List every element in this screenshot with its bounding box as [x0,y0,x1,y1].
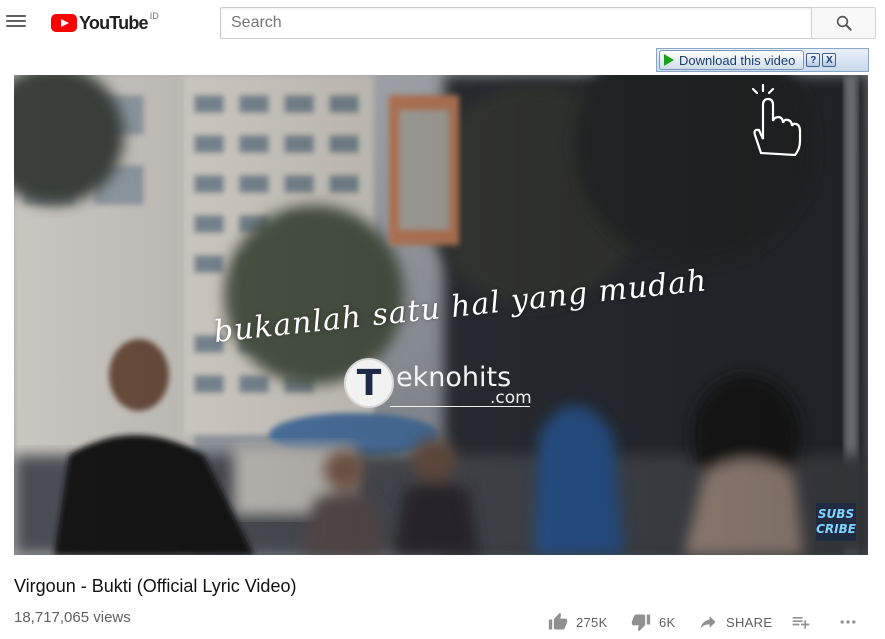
dislike-count: 6K [659,614,676,630]
view-count: 18,717,065 views [14,609,131,626]
like-icon [548,612,568,630]
subscribe-watermark-button[interactable]: SUBS CRIBE [816,503,856,541]
close-icon[interactable]: X [822,53,837,67]
search-input[interactable] [220,7,811,39]
video-title: Virgoun - Bukti (Official Lyric Video) [14,576,297,596]
youtube-logo[interactable]: YouTube ID [51,11,159,35]
youtube-watch-page: YouTube ID Search bukanlah satu hal yang… [0,0,885,639]
search-bar [220,7,876,39]
search-button[interactable] [811,7,876,39]
add-to-playlist-icon [792,617,810,629]
youtube-logo-icon [51,14,77,32]
dislike-button[interactable]: 6K [631,610,676,634]
share-button[interactable]: SHARE [698,610,772,634]
dislike-icon [631,614,651,632]
logo-country-code: ID [149,11,159,21]
watermark-text: eknohits [396,361,512,393]
video-player[interactable]: bukanlah satu hal yang mudah T eknohits … [14,75,868,555]
like-count: 275K [576,614,608,630]
watermark-domain: .com [490,388,532,408]
like-button[interactable]: 275K [548,610,608,634]
download-video-button[interactable]: Download this video [659,50,805,70]
teknohits-watermark: T eknohits .com [344,358,532,408]
more-icon [840,620,856,624]
subscribe-line-2: CRIBE [816,522,856,536]
subscribe-line-1: SUBS [817,507,855,521]
share-label: SHARE [726,614,773,630]
download-helper-bar: Download this video ? X [656,48,869,72]
more-actions-button[interactable] [837,610,859,634]
add-to-playlist-button[interactable] [791,610,811,634]
watermark-underline [390,406,530,407]
logo-text: YouTube [79,12,149,33]
search-icon [836,15,852,31]
watermark-badge: T [344,358,394,408]
top-bar: YouTube ID [0,0,885,50]
menu-icon[interactable] [6,12,26,32]
help-icon[interactable]: ? [806,53,821,67]
share-icon [700,616,716,629]
download-button-label: Download this video [679,52,796,68]
download-arrow-icon [664,54,674,66]
